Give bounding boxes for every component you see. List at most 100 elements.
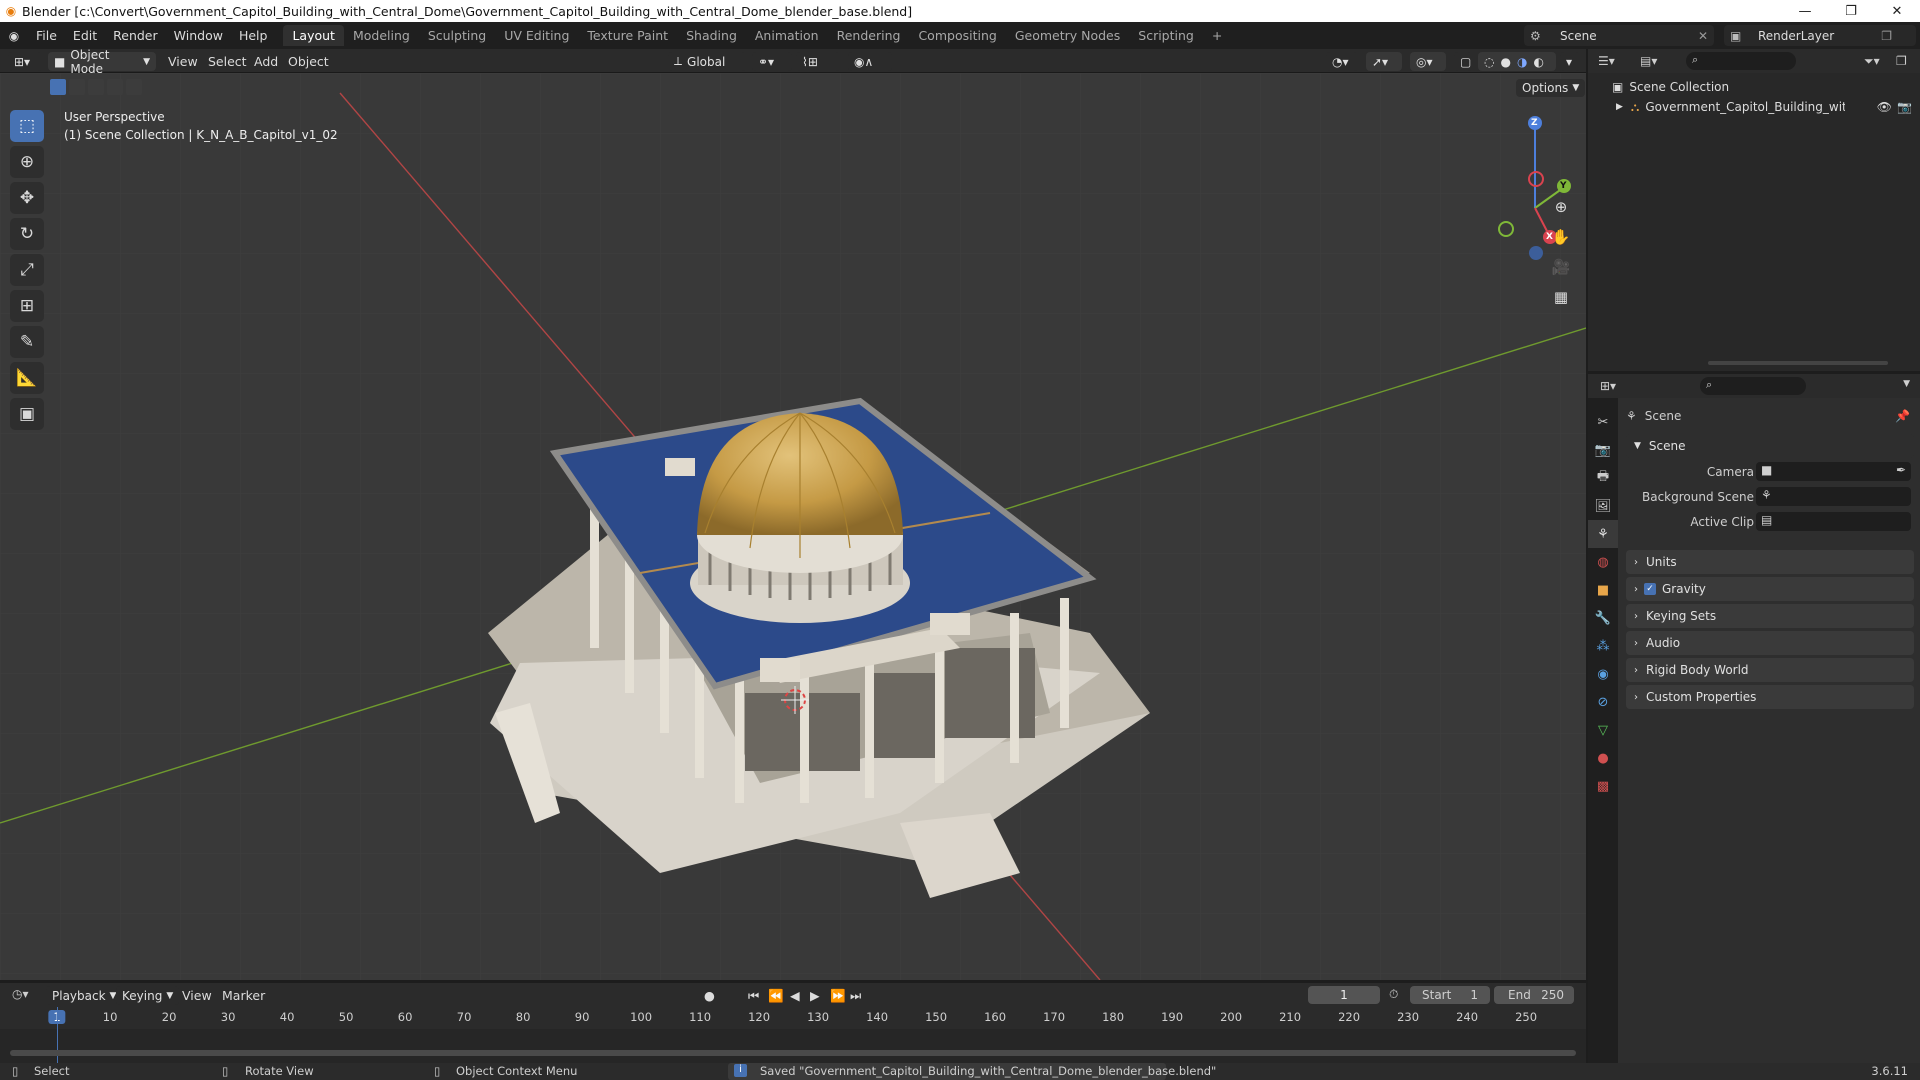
- editor-type-icon[interactable]: ⊞▾: [8, 52, 42, 71]
- menu-render[interactable]: Render: [105, 28, 166, 43]
- chevron-down-icon[interactable]: ▼: [1903, 379, 1910, 389]
- world-tab-icon[interactable]: ◍: [1588, 548, 1618, 576]
- menu-edit[interactable]: Edit: [65, 28, 105, 43]
- next-keyframe-icon[interactable]: ⏩: [830, 988, 846, 1004]
- jump-end-icon[interactable]: ⏭: [850, 988, 861, 1004]
- annotate-tool-icon[interactable]: ✎: [10, 326, 44, 358]
- filter-icon[interactable]: ⏷▾: [1864, 54, 1880, 69]
- render-tab-icon[interactable]: 📷: [1588, 436, 1618, 464]
- gravity-checkbox[interactable]: ✓: [1644, 583, 1656, 595]
- play-icon[interactable]: ▶: [810, 988, 820, 1003]
- scene-tab-icon[interactable]: ⚘: [1588, 520, 1618, 548]
- eye-icon[interactable]: 👁: [1877, 100, 1892, 114]
- tab-layout[interactable]: Layout: [283, 25, 344, 46]
- tab-compositing[interactable]: Compositing: [909, 25, 1005, 46]
- keying-menu[interactable]: Keying ▼: [116, 986, 180, 1005]
- start-frame-field[interactable]: Start 1: [1410, 986, 1490, 1004]
- tab-texture-paint[interactable]: Texture Paint: [578, 25, 677, 46]
- outliner-search-input[interactable]: ⌕: [1686, 52, 1796, 70]
- panel-rigid-body-world[interactable]: › Rigid Body World: [1626, 658, 1914, 682]
- tab-modeling[interactable]: Modeling: [344, 25, 419, 46]
- play-reverse-icon[interactable]: ◀: [790, 988, 800, 1003]
- expand-arrow-icon[interactable]: ▶: [1616, 102, 1623, 112]
- scale-tool-icon[interactable]: ⤢: [10, 254, 44, 286]
- timeline-editor-icon[interactable]: ◷▾: [12, 987, 29, 1001]
- timeline-view-menu[interactable]: View: [182, 988, 212, 1003]
- pivot-icon[interactable]: ⚭▾: [752, 52, 792, 71]
- pin-icon[interactable]: 📌: [1895, 409, 1910, 423]
- tab-geometry-nodes[interactable]: Geometry Nodes: [1006, 25, 1129, 46]
- timeline-scrollbar[interactable]: [10, 1050, 1576, 1056]
- panel-gravity[interactable]: › ✓ Gravity: [1626, 577, 1914, 601]
- select-intersect-icon[interactable]: [126, 79, 142, 95]
- tab-animation[interactable]: Animation: [746, 25, 828, 46]
- menu-help[interactable]: Help: [231, 28, 276, 43]
- outliner-scrollbar[interactable]: [1708, 361, 1888, 365]
- material-tab-icon[interactable]: ●: [1588, 744, 1618, 772]
- cursor-tool-icon[interactable]: ⊕: [10, 146, 44, 178]
- tool-tab-icon[interactable]: ✂: [1588, 408, 1618, 436]
- measure-tool-icon[interactable]: 📐: [10, 362, 44, 394]
- options-dropdown[interactable]: Options ▼: [1516, 79, 1586, 97]
- menu-file[interactable]: File: [28, 28, 65, 43]
- solid-shading-icon[interactable]: ●: [1500, 55, 1510, 69]
- select-subtract-icon[interactable]: [88, 79, 104, 95]
- camera-field[interactable]: ■ ✒: [1756, 462, 1911, 481]
- tab-shading[interactable]: Shading: [677, 25, 746, 46]
- scene-selector[interactable]: Scene ⚙ ✕: [1524, 25, 1714, 46]
- tab-rendering[interactable]: Rendering: [828, 25, 910, 46]
- add-cube-tool-icon[interactable]: ▣: [10, 398, 44, 430]
- close-button[interactable]: ✕: [1874, 0, 1920, 22]
- tab-sculpting[interactable]: Sculpting: [419, 25, 495, 46]
- view-layer-tab-icon[interactable]: 🖼: [1588, 492, 1618, 520]
- 3d-viewport[interactable]: Z Y X User Perspective (1) Scene Collect…: [0, 73, 1586, 980]
- proportional-edit-icon[interactable]: ◉∧: [848, 52, 892, 71]
- shading-dropdown-icon[interactable]: ▾: [1560, 52, 1580, 71]
- minimize-button[interactable]: —: [1782, 0, 1828, 22]
- modifier-tab-icon[interactable]: 🔧: [1588, 604, 1618, 632]
- menu-window[interactable]: Window: [166, 28, 231, 43]
- tab-uv-editing[interactable]: UV Editing: [495, 25, 578, 46]
- end-frame-field[interactable]: End 250: [1494, 986, 1574, 1004]
- constraints-tab-icon[interactable]: ⊘: [1588, 688, 1618, 716]
- properties-editor-icon[interactable]: ⊞▾: [1600, 379, 1616, 393]
- select-extend-icon[interactable]: [69, 79, 85, 95]
- copy-icon[interactable]: ❐: [1881, 29, 1892, 43]
- snap-icon[interactable]: ⌇⊞: [796, 52, 840, 71]
- panel-units[interactable]: › Units: [1626, 550, 1914, 574]
- current-frame-field[interactable]: 1: [1308, 986, 1380, 1004]
- select-box-tool-icon[interactable]: ⬚: [10, 110, 44, 142]
- active-clip-field[interactable]: ▤: [1756, 512, 1911, 531]
- marker-menu[interactable]: Marker: [222, 988, 265, 1003]
- wireframe-shading-icon[interactable]: ◌: [1484, 55, 1494, 69]
- perspective-toggle-icon[interactable]: ▦: [1547, 283, 1575, 311]
- add-workspace-button[interactable]: +: [1203, 25, 1231, 46]
- blender-menu-icon[interactable]: ◉: [0, 29, 28, 43]
- xray-icon[interactable]: ▢: [1454, 52, 1472, 71]
- panel-scene[interactable]: ▼ Scene: [1626, 434, 1914, 458]
- select-new-icon[interactable]: [50, 79, 66, 95]
- outliner-row-object[interactable]: ▶ ⛬ Government_Capitol_Building_with_Cer…: [1588, 97, 1920, 117]
- transform-tool-icon[interactable]: ⊞: [10, 290, 44, 322]
- overlay-toggle-icon[interactable]: ◎▾: [1410, 52, 1446, 71]
- physics-tab-icon[interactable]: ◉: [1588, 660, 1618, 688]
- output-tab-icon[interactable]: 🖶: [1588, 464, 1618, 492]
- texture-tab-icon[interactable]: ▩: [1588, 772, 1618, 800]
- particles-tab-icon[interactable]: ⁂: [1588, 632, 1618, 660]
- maximize-button[interactable]: ❐: [1828, 0, 1874, 22]
- select-invert-icon[interactable]: [107, 79, 123, 95]
- outliner-editor-icon[interactable]: ☰▾: [1598, 54, 1615, 68]
- close-icon[interactable]: ✕: [1698, 29, 1708, 43]
- menu-select[interactable]: Select: [208, 54, 247, 69]
- eyedropper-icon[interactable]: ✒: [1896, 463, 1906, 477]
- panel-custom-properties[interactable]: › Custom Properties: [1626, 685, 1914, 709]
- orientation-dropdown[interactable]: ⟂ Global: [668, 52, 746, 71]
- zoom-icon[interactable]: ⊕: [1547, 193, 1575, 221]
- timeline[interactable]: 1102030405060708090100110120130140150160…: [0, 1007, 1586, 1063]
- timeline-ruler[interactable]: 1102030405060708090100110120130140150160…: [0, 1007, 1586, 1029]
- camera-view-icon[interactable]: 🎥: [1547, 253, 1575, 281]
- properties-search-input[interactable]: ⌕: [1700, 377, 1806, 395]
- rotate-tool-icon[interactable]: ↻: [10, 218, 44, 250]
- move-tool-icon[interactable]: ✥: [10, 182, 44, 214]
- visibility-icon[interactable]: ◔▾: [1326, 52, 1358, 71]
